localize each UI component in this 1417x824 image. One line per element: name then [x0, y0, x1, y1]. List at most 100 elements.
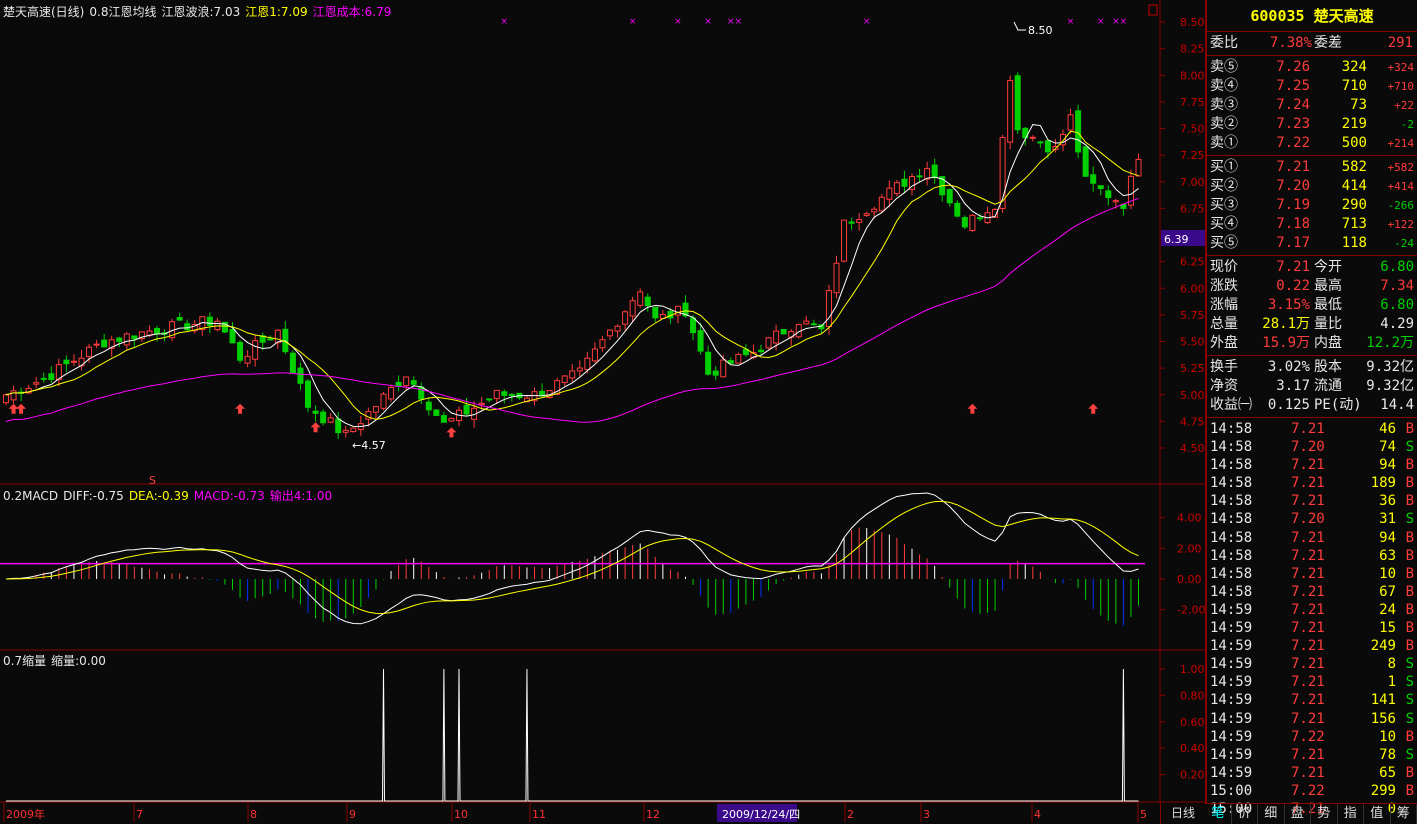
- change: +122: [1387, 218, 1415, 231]
- change: +710: [1387, 80, 1415, 93]
- time: 14:59: [1210, 692, 1253, 709]
- value: 6.80: [1380, 259, 1414, 275]
- ytick-label: 6.25: [1180, 256, 1205, 269]
- candle: [463, 404, 470, 415]
- candle: [176, 316, 183, 321]
- xaxis-label: 2009/12/24/四: [722, 808, 800, 821]
- candle: [825, 290, 832, 328]
- tab-5[interactable]: 指: [1338, 804, 1364, 824]
- volume: 500: [1341, 135, 1367, 151]
- candle: [380, 393, 387, 409]
- side: S: [1405, 511, 1414, 528]
- candle: [342, 429, 349, 433]
- tab-6[interactable]: 值: [1364, 804, 1391, 824]
- tab-2[interactable]: 细: [1258, 804, 1285, 824]
- tab-1[interactable]: 价: [1232, 804, 1258, 824]
- label: 委差: [1314, 35, 1342, 51]
- time: 14:58: [1210, 475, 1253, 492]
- price: 7.22: [1291, 728, 1325, 745]
- candle: [508, 393, 515, 397]
- stock-chart[interactable]: 8.508.258.007.757.507.257.006.756.506.25…: [0, 0, 1205, 824]
- label: 换手: [1210, 359, 1238, 375]
- current-price-label: 6.39: [1164, 233, 1189, 246]
- candle: [561, 375, 568, 384]
- candle: [1067, 114, 1074, 131]
- header-gann1: 江恩1:7.09: [245, 5, 308, 19]
- tick-row: 14:58 7.21 46 B: [1207, 420, 1417, 438]
- value: 7.34: [1380, 278, 1414, 294]
- volume: 24: [1379, 601, 1396, 618]
- side: S: [1405, 656, 1414, 673]
- price: 7.17: [1276, 235, 1310, 251]
- candle: [856, 219, 863, 223]
- candle: [93, 343, 100, 346]
- time: 14:58: [1210, 547, 1253, 564]
- vol-ytick-label: 0.40: [1180, 742, 1205, 755]
- candle: [841, 219, 848, 262]
- time: 14:58: [1210, 565, 1253, 582]
- tick-row: 14:59 7.21 1 S: [1207, 673, 1417, 691]
- buy-row: 买② 7.20 414 +414: [1207, 177, 1417, 196]
- tab-4[interactable]: 势: [1311, 804, 1338, 824]
- label: 股本: [1314, 359, 1342, 375]
- label: 量比: [1314, 316, 1342, 332]
- macd-dea-line: [5, 500, 1139, 614]
- side: B: [1405, 638, 1414, 655]
- change: +214: [1387, 137, 1415, 150]
- tick-row: 14:59 7.21 141 S: [1207, 691, 1417, 709]
- candle: [33, 382, 40, 385]
- macd-ytick-label: -2.00: [1177, 604, 1205, 617]
- volume: 65: [1379, 764, 1396, 781]
- buy-arrow-icon: [235, 403, 246, 414]
- candle: [591, 348, 598, 362]
- candle: [48, 373, 55, 381]
- value: 4.29: [1380, 316, 1414, 332]
- volume: 63: [1379, 547, 1396, 564]
- period-button[interactable]: 日线: [1160, 803, 1205, 824]
- time: 14:59: [1210, 638, 1253, 655]
- stock-name: 楚天高速: [1313, 7, 1374, 25]
- value: 9.32亿: [1366, 359, 1414, 375]
- info-row: 总量 28.1万 量比 4.29: [1207, 315, 1417, 334]
- tab-0[interactable]: 笔: [1205, 804, 1232, 824]
- macd-header: 0.2MACD DIFF:-0.75 DEA:-0.39 MACD:-0.73 输出4:…: [3, 487, 337, 504]
- ytick-label: 5.00: [1180, 389, 1205, 402]
- label: 委比: [1210, 35, 1238, 51]
- price: 7.21: [1291, 620, 1325, 637]
- candle: [1105, 190, 1112, 198]
- candle: [184, 323, 191, 331]
- price: 7.21: [1291, 656, 1325, 673]
- candle: [101, 339, 108, 348]
- candle: [478, 402, 485, 406]
- xaxis-label: 2: [847, 808, 854, 821]
- buy-row: 买⑤ 7.17 118 -24: [1207, 234, 1417, 253]
- info-row: 涨跌 0.22 最高 7.34: [1207, 277, 1417, 296]
- header-wave: 江恩波浪:7.03: [161, 5, 241, 19]
- value: 0.22: [1276, 278, 1310, 294]
- candle: [395, 381, 402, 387]
- candle: [652, 307, 659, 319]
- x-marker: ×: [704, 17, 712, 27]
- candle: [350, 427, 357, 433]
- value: 12.2万: [1366, 335, 1414, 351]
- header-title: 楚天高速(日线): [3, 5, 85, 19]
- tick-row: 14:58 7.21 189 B: [1207, 474, 1417, 492]
- ytick-label: 4.50: [1180, 442, 1205, 455]
- change: -2: [1400, 118, 1414, 131]
- tab-7[interactable]: 筹: [1391, 804, 1417, 824]
- xaxis-label: 5: [1140, 808, 1147, 821]
- volume-signal-line: [6, 668, 1139, 802]
- volume: 324: [1341, 59, 1367, 75]
- time: 14:58: [1210, 439, 1253, 456]
- candle: [486, 398, 493, 401]
- tab-3[interactable]: 盘: [1285, 804, 1311, 824]
- x-marker: ×: [1097, 17, 1105, 27]
- candle: [614, 325, 621, 332]
- side: B: [1405, 493, 1414, 510]
- tick-row: 14:59 7.21 156 S: [1207, 710, 1417, 728]
- change: +582: [1387, 161, 1415, 174]
- macd-dea: DEA:-0.39: [128, 489, 189, 503]
- candle: [833, 262, 840, 294]
- tick-row: 14:59 7.21 78 S: [1207, 746, 1417, 764]
- tick-row: 14:59 7.21 249 B: [1207, 637, 1417, 655]
